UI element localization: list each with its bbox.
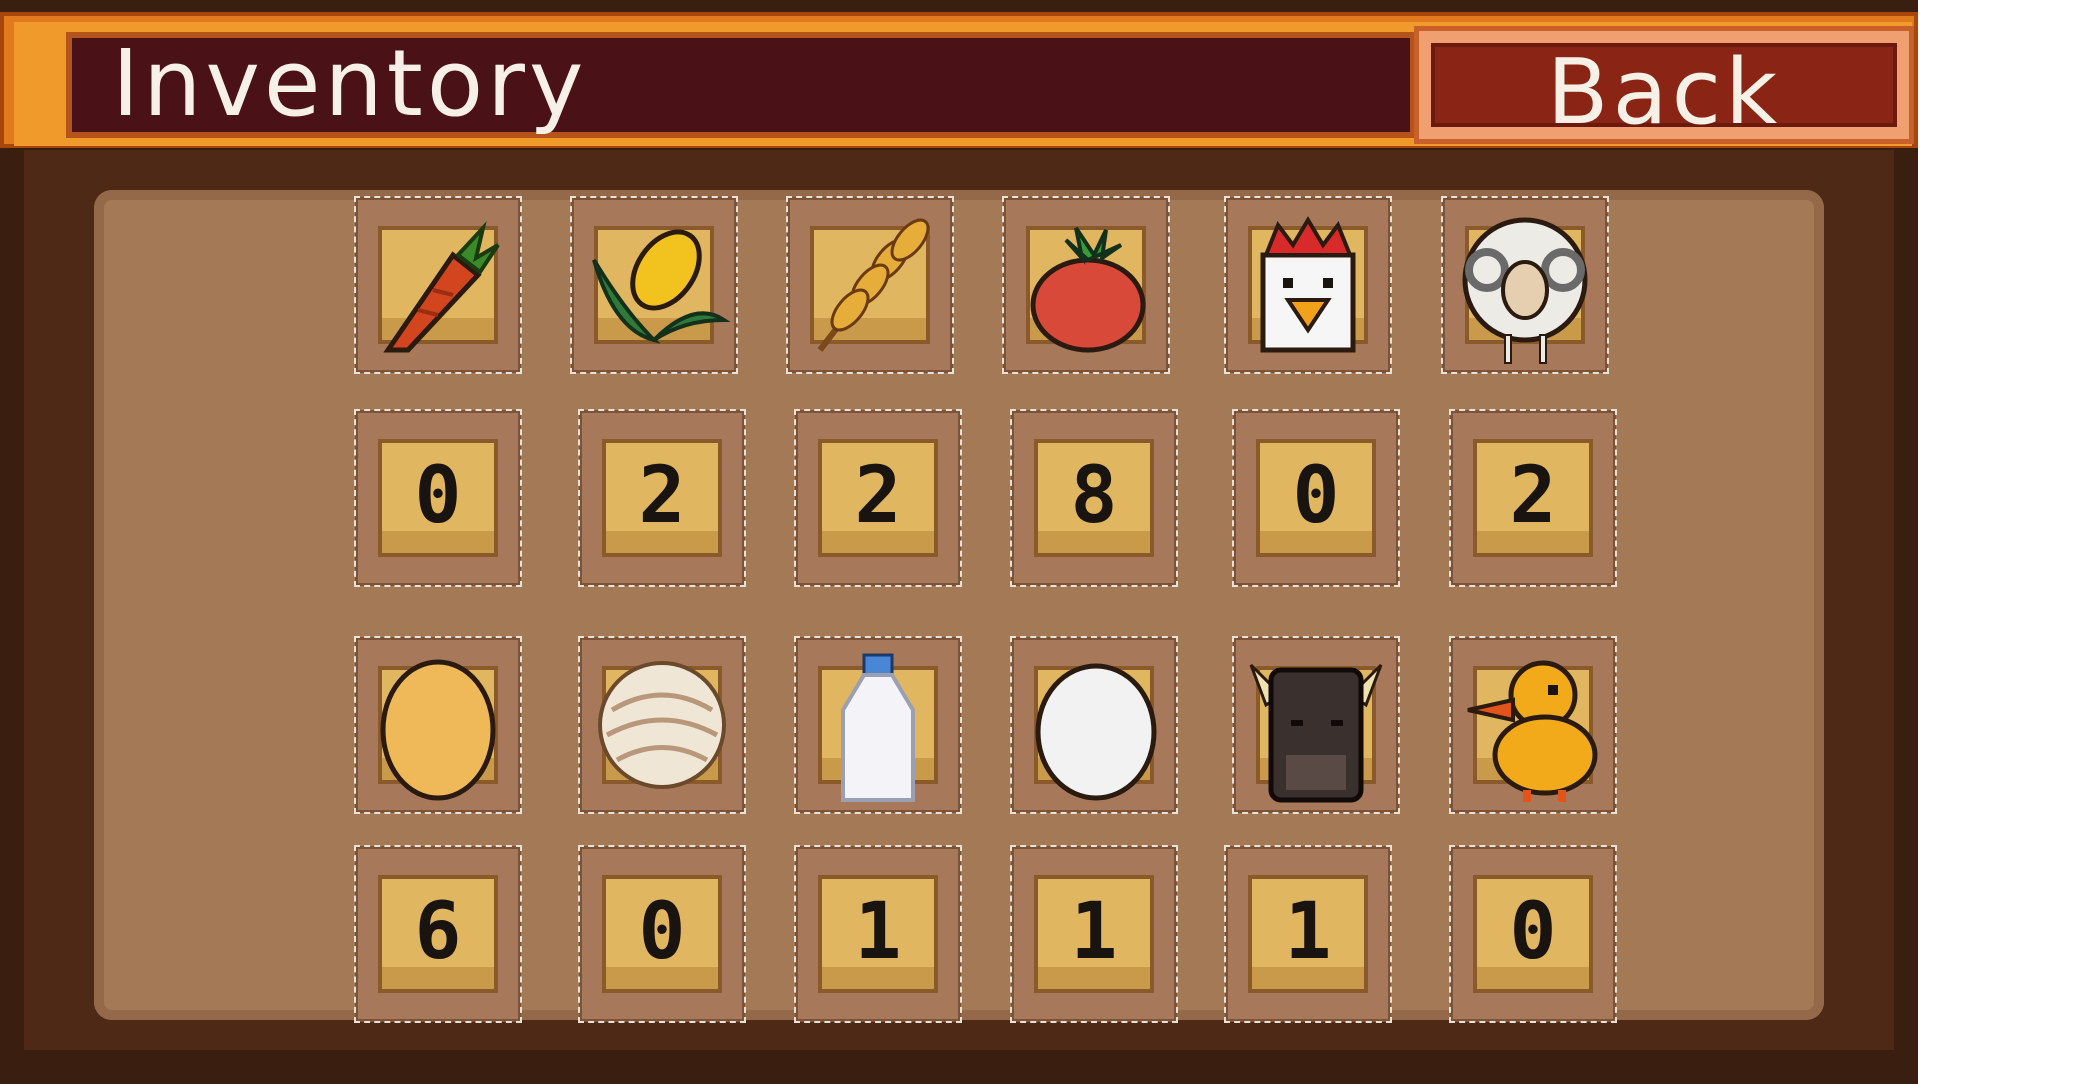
item-count-box: 2 <box>794 409 962 587</box>
item-slot-wool[interactable] <box>578 636 746 814</box>
duck-icon <box>1467 660 1598 802</box>
item-count: 1 <box>1070 887 1118 977</box>
item-count-box: 2 <box>578 409 746 587</box>
milk-icon <box>841 653 915 802</box>
item-slot-corn[interactable] <box>570 196 738 374</box>
item-count: 2 <box>638 451 686 541</box>
item-count: 2 <box>1509 451 1557 541</box>
back-button-label: Back <box>1546 40 1782 145</box>
tomato-icon <box>1030 226 1146 353</box>
chicken-icon <box>1260 216 1356 353</box>
item-count-box: 0 <box>578 845 746 1023</box>
item-slot-cow[interactable] <box>1232 636 1400 814</box>
item-count: 8 <box>1070 451 1118 541</box>
item-slot-tomato[interactable] <box>1002 196 1170 374</box>
back-button[interactable]: Back <box>1414 26 1914 144</box>
item-count: 0 <box>1292 451 1340 541</box>
item-count-box: 0 <box>1232 409 1400 587</box>
item-slot-wheat[interactable] <box>786 196 954 374</box>
item-count: 1 <box>854 887 902 977</box>
item-slot-sheep[interactable] <box>1441 196 1609 374</box>
sheep-icon <box>1462 217 1588 364</box>
header-bar: Inventory Back <box>0 12 1918 148</box>
item-slot-chicken[interactable] <box>1224 196 1392 374</box>
brown-egg-icon <box>380 659 496 801</box>
item-count-box: 2 <box>1449 409 1617 587</box>
item-count-box: 8 <box>1010 409 1178 587</box>
item-slot-brown-egg[interactable] <box>354 636 522 814</box>
item-slot-white-egg[interactable] <box>1010 636 1178 814</box>
item-count-box: 6 <box>354 845 522 1023</box>
page-title: Inventory <box>112 30 588 137</box>
carrot-icon <box>383 221 500 353</box>
item-count-box: 1 <box>1010 845 1178 1023</box>
cow-icon <box>1249 663 1383 803</box>
item-slot-milk[interactable] <box>794 636 962 814</box>
item-count: 2 <box>854 451 902 541</box>
game-screen: Inventory Back 0 2 2 8 0 2 6 0 1 1 1 0 <box>0 0 1918 1084</box>
wheat-icon <box>817 218 930 352</box>
item-slot-duck[interactable] <box>1449 636 1617 814</box>
item-count-box: 0 <box>1449 845 1617 1023</box>
item-count-box: 1 <box>1224 845 1392 1023</box>
item-count: 0 <box>414 451 462 541</box>
item-count-box: 0 <box>354 409 522 587</box>
item-count: 6 <box>414 887 462 977</box>
item-count: 0 <box>1509 887 1557 977</box>
wool-icon <box>598 661 726 789</box>
item-count-box: 1 <box>794 845 962 1023</box>
item-count: 1 <box>1284 887 1332 977</box>
item-slot-carrot[interactable] <box>354 196 522 374</box>
white-egg-icon <box>1035 663 1157 801</box>
corn-icon <box>592 229 731 344</box>
item-count: 0 <box>638 887 686 977</box>
title-panel: Inventory <box>66 32 1416 138</box>
